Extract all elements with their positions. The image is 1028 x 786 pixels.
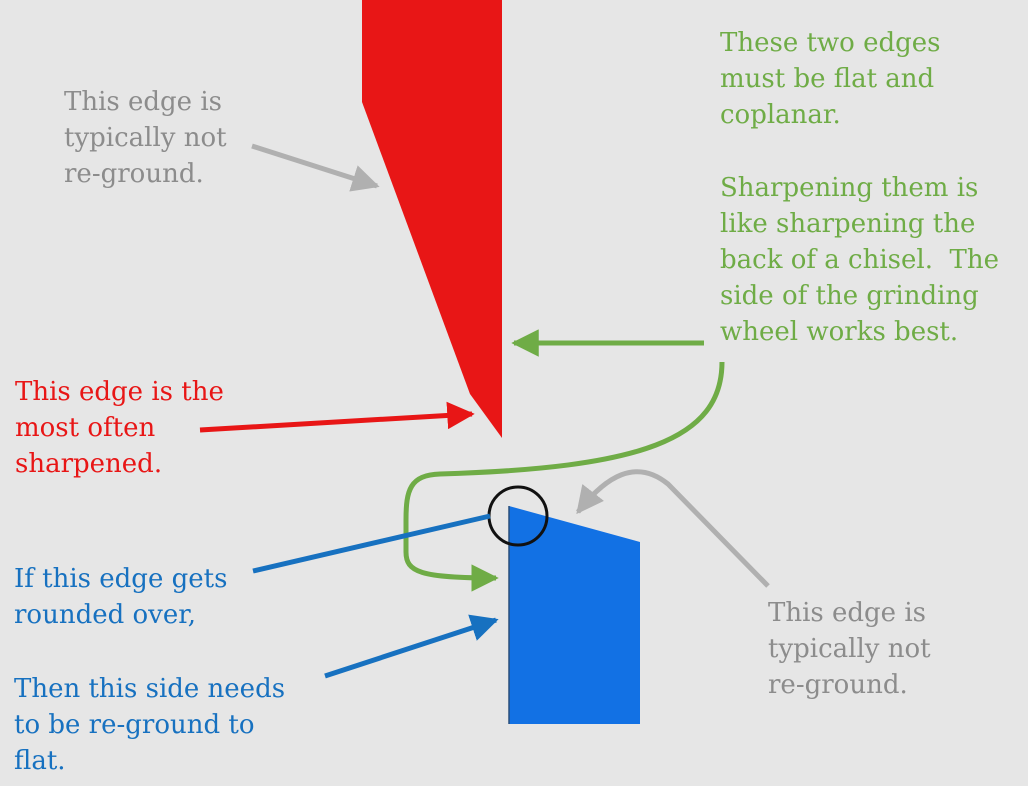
diagram-canvas: This edge is typically not re-ground. Th… [0,0,1028,786]
label-blue-bottom: Then this side needs to be re-ground to … [14,671,285,779]
label-bottom-right: This edge is typically not re-ground. [768,595,931,703]
label-line: typically not [768,634,931,664]
label-line: re-ground. [64,159,204,189]
label-top-left: This edge is typically not re-ground. [64,84,227,192]
blue-line-to-edge [252,513,491,574]
label-line: like sharpening the [720,209,976,239]
red-arrow [199,401,475,433]
label-green-top: These two edges must be flat and coplana… [720,25,941,133]
label-line: most often [15,413,156,443]
label-line: re-ground. [768,670,908,700]
gray-arrow-top [251,143,380,192]
label-line: flat. [14,746,66,776]
label-line: wheel works best. [720,317,959,347]
label-line: coplanar. [720,100,841,130]
label-line: to be re-ground to [14,710,255,740]
label-line: This edge is the [15,377,224,407]
label-line: side of the grinding [720,281,979,311]
label-line: If this edge gets [14,564,228,594]
label-blue-top: If this edge gets rounded over, [14,561,227,633]
label-green-bottom: Sharpening them is like sharpening the b… [720,170,999,350]
label-line: Sharpening them is [720,173,979,203]
red-blade [362,0,502,438]
label-line: must be flat and [720,64,935,94]
label-line: This edge is [768,598,926,628]
label-red: This edge is the most often sharpened. [15,374,224,482]
label-line: These two edges [720,28,941,58]
label-line: typically not [64,123,227,153]
label-line: back of a chisel. The [720,245,999,275]
blue-arrow-to-side [324,614,499,679]
label-line: This edge is [64,87,222,117]
label-line: Then this side needs [14,674,286,704]
blue-block [509,506,640,724]
label-line: rounded over, [14,600,197,630]
label-line: sharpened. [15,449,163,479]
